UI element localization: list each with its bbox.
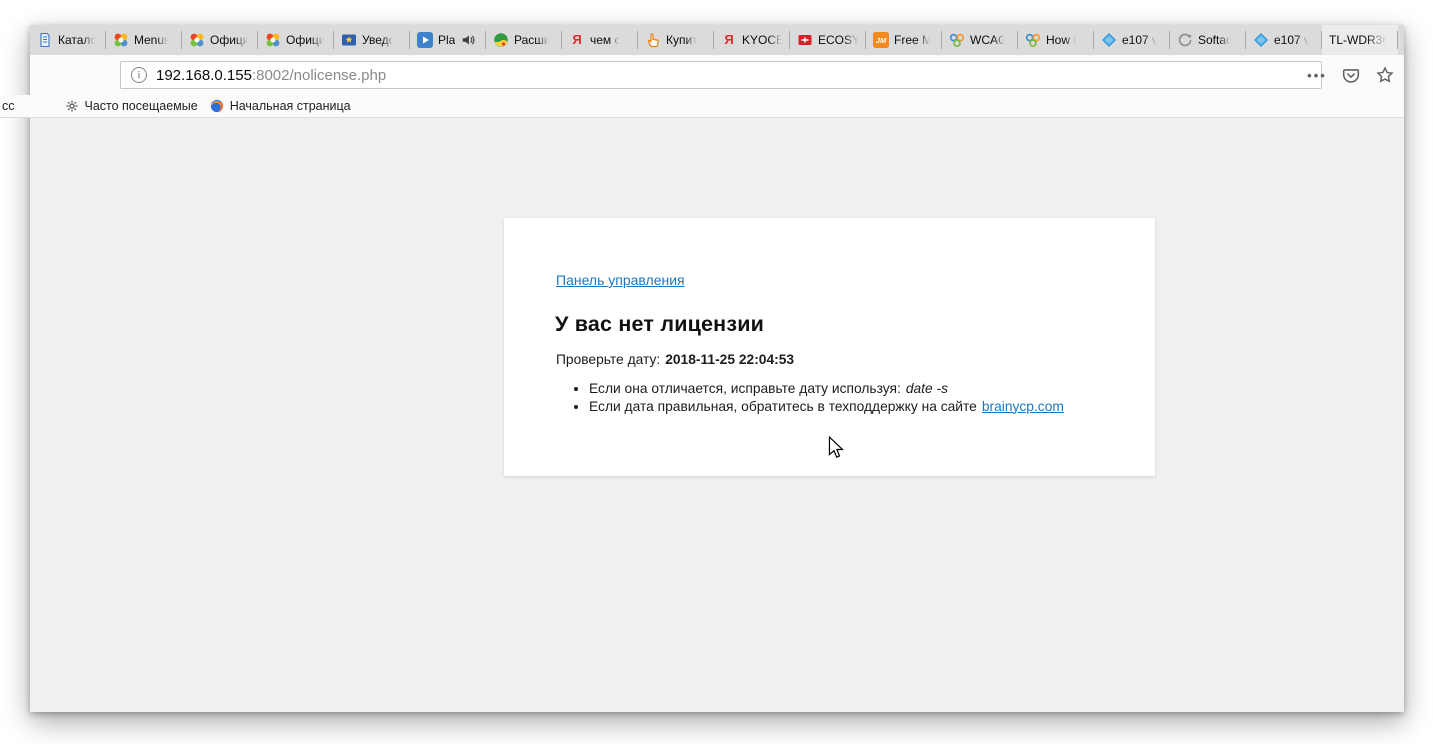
brainycp-link[interactable]: brainycp.com xyxy=(982,399,1064,414)
tab-bar: Катало Menus Офици Офици Уведо Pla Расши xyxy=(30,25,1404,55)
circles-icon xyxy=(949,32,965,48)
joomla-icon xyxy=(265,32,281,48)
browser-tab[interactable]: Softac xyxy=(1170,25,1246,55)
badge-icon xyxy=(341,32,357,48)
tab-title: How t xyxy=(1046,33,1077,47)
e107-icon xyxy=(1101,32,1117,48)
bookmarks-toolbar: сс Часто посещаемые Начальная страница xyxy=(0,95,1404,118)
pocket-icon[interactable] xyxy=(1338,62,1364,88)
browser-tab[interactable]: e107 v xyxy=(1246,25,1322,55)
ecosys-icon xyxy=(797,32,813,48)
tab-title: Pla xyxy=(438,33,455,47)
tab-title: KYOCE xyxy=(742,33,784,47)
browser-tab[interactable]: Офици xyxy=(182,25,258,55)
bookmark-item-frequent[interactable]: Часто посещаемые xyxy=(59,95,204,117)
svg-text:JM: JM xyxy=(876,36,887,45)
browser-tab[interactable]: Я KYOCE xyxy=(714,25,790,55)
bookmark-item-partial[interactable]: сс xyxy=(2,99,15,113)
url-text: 192.168.0.155:8002/nolicense.php xyxy=(156,67,386,84)
tab-title: e107 v xyxy=(1122,33,1158,47)
yandex-icon: Я xyxy=(569,32,585,48)
bookmark-item-home[interactable]: Начальная страница xyxy=(204,95,357,117)
navigation-toolbar: i 192.168.0.155:8002/nolicense.php ••• xyxy=(30,55,1404,95)
browser-tab[interactable]: Уведо xyxy=(334,25,410,55)
jm-icon: JM xyxy=(873,32,889,48)
browser-tab[interactable]: Катало xyxy=(30,25,106,55)
url-bar[interactable]: i 192.168.0.155:8002/nolicense.php xyxy=(120,61,1322,89)
list-item: Если она отличается, исправьте дату испо… xyxy=(589,380,1155,398)
page-viewport: Панель управления У вас нет лицензии Про… xyxy=(30,118,1404,712)
bookmark-star-icon[interactable] xyxy=(1372,62,1398,88)
yandex-icon: Я xyxy=(721,32,737,48)
tab-title: Катало xyxy=(58,33,97,47)
hand-icon xyxy=(645,32,661,48)
play-icon xyxy=(417,32,433,48)
date-value: 2018-11-25 22:04:53 xyxy=(665,352,794,367)
bookmark-label: Начальная страница xyxy=(230,99,351,113)
browser-tab[interactable]: Я чем о xyxy=(562,25,638,55)
tab-title: Menus xyxy=(134,33,170,47)
browser-tab[interactable]: Menus xyxy=(106,25,182,55)
tab-title: Офици xyxy=(286,33,326,47)
browser-tab[interactable]: TL-WDR36 xyxy=(1322,25,1398,55)
tab-title: WCAG xyxy=(970,33,1007,47)
bookmark-label: Часто посещаемые xyxy=(85,99,198,113)
browser-tab[interactable]: Расши xyxy=(486,25,562,55)
site-info-icon[interactable]: i xyxy=(131,67,147,83)
list-item: Если дата правильная, обратитесь в техпо… xyxy=(589,398,1155,416)
control-panel-link[interactable]: Панель управления xyxy=(556,272,685,288)
tab-title: TL-WDR36 xyxy=(1329,33,1389,47)
joomla-icon xyxy=(189,32,205,48)
tab-title: чем о xyxy=(590,33,621,47)
page-actions-icon[interactable]: ••• xyxy=(1304,62,1330,88)
circles-icon xyxy=(1025,32,1041,48)
gear-icon xyxy=(65,99,79,113)
browser-tab[interactable]: Купит xyxy=(638,25,714,55)
tab-title: Softac xyxy=(1198,33,1232,47)
browser-tab[interactable]: JM Free M xyxy=(866,25,942,55)
tab-title: Купит xyxy=(666,33,698,47)
mouse-cursor xyxy=(828,436,844,465)
check-date-text: Проверьте дату:2018-11-25 22:04:53 xyxy=(556,352,1155,367)
joomla-icon xyxy=(113,32,129,48)
browser-tab[interactable]: Офици xyxy=(258,25,334,55)
softaculous-icon xyxy=(1177,32,1193,48)
browser-tab[interactable]: WCAG xyxy=(942,25,1018,55)
tab-title: Офици xyxy=(210,33,250,47)
page-title: У вас нет лицензии xyxy=(555,312,1155,337)
firefox-icon xyxy=(210,99,224,113)
date-command: date -s xyxy=(906,381,948,396)
browser-tab[interactable]: ECOSY xyxy=(790,25,866,55)
tab-audio-icon[interactable] xyxy=(460,32,476,48)
browser-window: Катало Menus Офици Офици Уведо Pla Расши xyxy=(30,25,1404,712)
tab-title: Расши xyxy=(514,33,551,47)
globe-icon xyxy=(493,32,509,48)
e107-icon xyxy=(1253,32,1269,48)
catalog-icon xyxy=(37,32,53,48)
browser-tab[interactable]: Pla xyxy=(410,25,486,55)
browser-tab[interactable]: How t xyxy=(1018,25,1094,55)
tab-title: Free M xyxy=(894,33,932,47)
browser-tab[interactable]: e107 v xyxy=(1094,25,1170,55)
tab-title: e107 v xyxy=(1274,33,1310,47)
tab-title: Уведо xyxy=(362,33,395,47)
instructions-list: Если она отличается, исправьте дату испо… xyxy=(504,380,1155,415)
tab-title: ECOSY xyxy=(818,33,860,47)
